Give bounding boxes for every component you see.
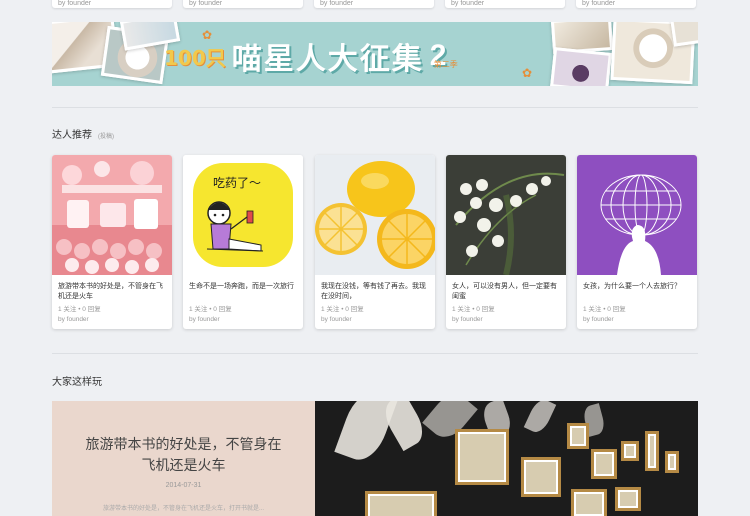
picture-frame [455, 429, 509, 485]
section-heading: 达人推荐 (投稿) [52, 126, 114, 141]
banner-count: 100只 [164, 45, 226, 70]
decor-leaf [523, 401, 557, 436]
card[interactable]: by founder [576, 0, 696, 8]
card-stats: 1 关注 • 0 回复 [452, 306, 495, 313]
picture-frame [571, 489, 607, 516]
section-divider [52, 353, 698, 354]
card-stats: 1 关注 • 0 回复 [321, 306, 364, 313]
recommend-card[interactable]: 女孩，为什么要一个人去旅行？ 1 关注 • 0 回复 by founder [577, 155, 697, 329]
card-image [52, 155, 172, 275]
card-author[interactable]: by founder [183, 315, 303, 325]
featured-text-panel: 旅游带本书的好处是，不管身在飞机还是火车 2014-07-31 旅游带本书的好处… [52, 401, 315, 516]
card-meta: by founder [320, 0, 354, 7]
section-heading-text: 达人推荐 [52, 130, 92, 141]
card-meta: by founder [451, 0, 485, 7]
banner-edition: 2 第二季 [430, 39, 458, 73]
card-stats: 1 关注 • 0 回复 [58, 306, 101, 313]
featured-image [315, 401, 698, 516]
card[interactable]: by founder [445, 0, 565, 8]
card-image [315, 155, 435, 275]
banner-headline: 喵星人大征集 [231, 43, 424, 76]
picture-frame [521, 457, 561, 497]
card-stats: 1 关注 • 0 回复 [583, 306, 626, 313]
picture-frame [567, 423, 589, 449]
cat-contest-banner[interactable]: ✿ ✿ 100只 喵星人大征集 2 第二季 [52, 22, 698, 86]
card[interactable]: by founder [52, 0, 172, 8]
card-image-caption: 吃药了～ [213, 176, 261, 190]
card-meta: by founder [189, 0, 223, 7]
card-meta: by founder [582, 0, 616, 7]
paw-icon: ✿ [522, 66, 533, 80]
previous-cards-row: by founder by founder by founder by foun… [52, 0, 698, 10]
featured-title[interactable]: 旅游带本书的好处是，不管身在飞机还是火车 [52, 434, 315, 476]
featured-date: 2014-07-31 [165, 482, 202, 489]
card-image [577, 155, 697, 275]
picture-frame [621, 441, 639, 461]
recommend-card[interactable]: 吃药了～ 生命不是一场奔跑，而是一次旅行 1 关注 • 0 回复 by foun… [183, 155, 303, 329]
card[interactable]: by founder [314, 0, 434, 8]
featured-excerpt: 旅游带本书的好处是，不管身在飞机还是火车，打开书就是... [102, 506, 264, 512]
picture-frame [645, 431, 659, 471]
picture-frame [365, 491, 437, 516]
card-meta: by founder [58, 0, 92, 7]
banner-title: 100只 喵星人大征集 2 第二季 [164, 32, 458, 80]
picture-frame [665, 451, 679, 473]
card-title[interactable]: 旅游带本书的好处是，不管身在飞机还是火车 [52, 275, 172, 305]
card-title[interactable]: 女人，可以没有男人，但一定要有闺蜜 [446, 275, 566, 305]
card-image [446, 155, 566, 275]
card-author[interactable]: by founder [315, 315, 435, 325]
cat-photo [670, 22, 698, 47]
picture-frame [615, 487, 641, 511]
card-author[interactable]: by founder [446, 315, 566, 325]
card-image: 吃药了～ [183, 155, 303, 275]
recommend-card[interactable]: 我现在没钱，等有钱了再去。我现在没时间， 1 关注 • 0 回复 by foun… [315, 155, 435, 329]
card-author[interactable]: by founder [52, 315, 172, 325]
featured-post[interactable]: 旅游带本书的好处是，不管身在飞机还是火车 2014-07-31 旅游带本书的好处… [52, 401, 698, 516]
card-author[interactable]: by founder [577, 315, 697, 325]
card-title[interactable]: 我现在没钱，等有钱了再去。我现在没时间， [315, 275, 435, 305]
cat-photo [550, 47, 612, 86]
card-stats: 1 关注 • 0 回复 [189, 306, 232, 313]
section-subheading: (投稿) [98, 134, 114, 140]
card-title[interactable]: 生命不是一场奔跑，而是一次旅行 [183, 275, 303, 305]
section-divider [52, 107, 698, 108]
picture-frame [591, 449, 617, 479]
card-title[interactable]: 女孩，为什么要一个人去旅行？ [577, 275, 697, 305]
recommend-card[interactable]: 女人，可以没有男人，但一定要有闺蜜 1 关注 • 0 回复 by founder [446, 155, 566, 329]
recommend-card[interactable]: 旅游带本书的好处是，不管身在飞机还是火车 1 关注 • 0 回复 by foun… [52, 155, 172, 329]
section-heading-text: 大家这样玩 [52, 377, 102, 388]
banner-edition-label: 第二季 [433, 60, 458, 69]
card[interactable]: by founder [183, 0, 303, 8]
section-heading: 大家这样玩 [52, 373, 102, 388]
